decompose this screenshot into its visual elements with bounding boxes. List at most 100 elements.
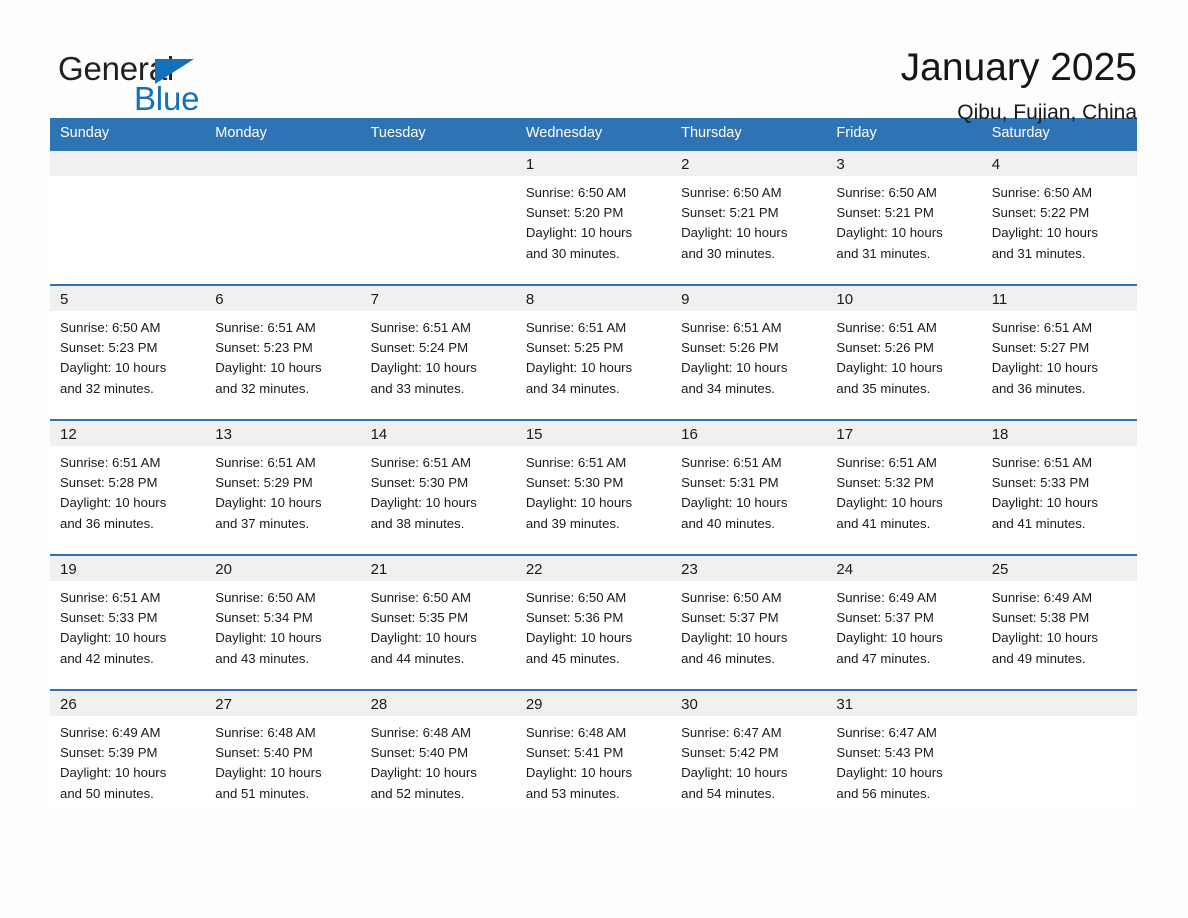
calendar-day-cell[interactable]: 22 Sunrise: 6:50 AM Sunset: 5:36 PM Dayligh…: [515, 554, 672, 690]
sunrise-text: Sunrise: 6:51 AM: [370, 455, 471, 470]
day-number: 5: [50, 286, 206, 311]
page-header: General Blue January 2025 Qibu, Fujian, …: [0, 0, 1188, 124]
day-details: Sunrise: 6:50 AM Sunset: 5:20 PM Daylight:…: [516, 176, 671, 264]
daylight-text-cont: and 33 minutes.: [370, 380, 465, 396]
calendar-day-cell[interactable]: 21 Sunrise: 6:50 AM Sunset: 5:35 PM Dayligh…: [360, 554, 516, 690]
daylight-text: Daylight: 10 hours: [60, 630, 167, 646]
day-number: 4: [981, 151, 1137, 176]
daylight-text-cont: and 41 minutes.: [991, 515, 1086, 531]
title-block: January 2025 Qibu, Fujian, China: [901, 46, 1137, 125]
day-details: Sunrise: 6:51 AM Sunset: 5:30 PM Daylight:…: [361, 446, 516, 534]
calendar-week-row: 1 Sunrise: 6:50 AM Sunset: 5:20 PM Daylight…: [50, 149, 1137, 285]
daylight-text-cont: and 38 minutes.: [370, 515, 465, 531]
daylight-text: Daylight: 10 hours: [525, 360, 633, 376]
calendar-day-cell[interactable]: 31 Sunrise: 6:47 AM Sunset: 5:43 PM Dayligh…: [826, 689, 982, 810]
daylight-text-cont: and 53 minutes.: [525, 785, 620, 801]
daylight-text-cont: and 54 minutes.: [681, 785, 775, 801]
daylight-text-cont: and 36 minutes.: [60, 515, 154, 531]
calendar-day-cell[interactable]: 18 Sunrise: 6:51 AM Sunset: 5:33 PM Dayligh…: [981, 419, 1137, 555]
calendar-day-cell[interactable]: 2 Sunrise: 6:50 AM Sunset: 5:21 PM Daylight…: [671, 149, 827, 285]
generalblue-logo[interactable]: General Blue: [58, 46, 208, 118]
daylight-text: Daylight: 10 hours: [681, 495, 788, 511]
calendar-day-cell[interactable]: 9 Sunrise: 6:51 AM Sunset: 5:26 PM Daylight…: [671, 284, 827, 420]
calendar-day-cell[interactable]: 7 Sunrise: 6:51 AM Sunset: 5:24 PM Daylight…: [360, 284, 516, 420]
calendar-day-cell[interactable]: 6 Sunrise: 6:51 AM Sunset: 5:23 PM Daylight…: [205, 284, 361, 420]
sunset-text: Sunset: 5:38 PM: [991, 610, 1090, 626]
calendar-day-cell[interactable]: 26 Sunrise: 6:49 AM Sunset: 5:39 PM Dayligh…: [50, 689, 206, 810]
day-number: 2: [671, 151, 827, 176]
calendar-day-cell[interactable]: 13 Sunrise: 6:51 AM Sunset: 5:29 PM Dayligh…: [205, 419, 361, 555]
day-details: Sunrise: 6:51 AM Sunset: 5:26 PM Daylight:…: [826, 311, 981, 399]
daylight-text-cont: and 50 minutes.: [60, 785, 154, 801]
day-details: Sunrise: 6:47 AM Sunset: 5:43 PM Daylight:…: [826, 716, 981, 804]
calendar-day-cell[interactable]: 4 Sunrise: 6:50 AM Sunset: 5:22 PM Daylight…: [981, 149, 1137, 285]
day-details: Sunrise: 6:49 AM Sunset: 5:37 PM Daylight:…: [826, 581, 981, 669]
day-number: 3: [826, 151, 982, 176]
calendar-day-cell[interactable]: 12 Sunrise: 6:51 AM Sunset: 5:28 PM Dayligh…: [50, 419, 206, 555]
sunset-text: Sunset: 5:32 PM: [836, 475, 934, 491]
daylight-text: Daylight: 10 hours: [525, 765, 633, 781]
sunrise-text: Sunrise: 6:51 AM: [836, 320, 937, 335]
daylight-text-cont: and 42 minutes.: [60, 650, 154, 666]
day-details: Sunrise: 6:50 AM Sunset: 5:34 PM Daylight:…: [205, 581, 360, 669]
daylight-text-cont: and 49 minutes.: [991, 650, 1086, 666]
day-number: [205, 151, 361, 176]
sunset-text: Sunset: 5:26 PM: [681, 340, 779, 356]
day-details: Sunrise: 6:48 AM Sunset: 5:40 PM Daylight:…: [205, 716, 360, 804]
calendar-day-cell[interactable]: 27 Sunrise: 6:48 AM Sunset: 5:40 PM Dayligh…: [205, 689, 361, 810]
day-number: 7: [360, 286, 516, 311]
daylight-text-cont: and 31 minutes.: [991, 245, 1086, 261]
calendar-day-cell[interactable]: 14 Sunrise: 6:51 AM Sunset: 5:30 PM Dayligh…: [360, 419, 516, 555]
calendar-day-cell[interactable]: 30 Sunrise: 6:47 AM Sunset: 5:42 PM Dayligh…: [671, 689, 827, 810]
daylight-text: Daylight: 10 hours: [525, 630, 633, 646]
sunset-text: Sunset: 5:23 PM: [215, 340, 313, 356]
sunset-text: Sunset: 5:40 PM: [215, 745, 313, 761]
calendar-day-cell[interactable]: 5 Sunrise: 6:50 AM Sunset: 5:23 PM Daylight…: [50, 284, 206, 420]
calendar-day-cell[interactable]: 1 Sunrise: 6:50 AM Sunset: 5:20 PM Daylight…: [515, 149, 672, 285]
sunset-text: Sunset: 5:28 PM: [60, 475, 158, 491]
calendar-day-cell-empty: [205, 149, 361, 285]
calendar-day-cell[interactable]: 8 Sunrise: 6:51 AM Sunset: 5:25 PM Daylight…: [515, 284, 672, 420]
calendar-day-cell[interactable]: 16 Sunrise: 6:51 AM Sunset: 5:31 PM Dayligh…: [671, 419, 827, 555]
sunrise-text: Sunrise: 6:47 AM: [681, 725, 782, 740]
daylight-text-cont: and 41 minutes.: [836, 515, 931, 531]
day-details: Sunrise: 6:50 AM Sunset: 5:21 PM Daylight:…: [826, 176, 981, 264]
daylight-text: Daylight: 10 hours: [370, 630, 477, 646]
sunrise-text: Sunrise: 6:51 AM: [836, 455, 937, 470]
day-details: Sunrise: 6:51 AM Sunset: 5:26 PM Daylight:…: [671, 311, 826, 399]
sunrise-text: Sunrise: 6:50 AM: [525, 185, 627, 200]
calendar-week-row: 19 Sunrise: 6:51 AM Sunset: 5:33 PM Dayligh…: [50, 554, 1137, 690]
calendar-day-cell[interactable]: 28 Sunrise: 6:48 AM Sunset: 5:40 PM Dayligh…: [360, 689, 516, 810]
day-number: [50, 151, 206, 176]
sunset-text: Sunset: 5:37 PM: [681, 610, 779, 626]
daylight-text: Daylight: 10 hours: [836, 360, 943, 376]
daylight-text-cont: and 32 minutes.: [215, 380, 310, 396]
calendar-day-cell[interactable]: 11 Sunrise: 6:51 AM Sunset: 5:27 PM Dayligh…: [981, 284, 1137, 420]
calendar-day-cell[interactable]: 20 Sunrise: 6:50 AM Sunset: 5:34 PM Dayligh…: [205, 554, 361, 690]
calendar-day-cell[interactable]: 3 Sunrise: 6:50 AM Sunset: 5:21 PM Daylight…: [826, 149, 982, 285]
sunset-text: Sunset: 5:39 PM: [60, 745, 158, 761]
daylight-text: Daylight: 10 hours: [681, 225, 788, 241]
calendar-day-cell[interactable]: 15 Sunrise: 6:51 AM Sunset: 5:30 PM Dayligh…: [515, 419, 672, 555]
calendar-day-cell[interactable]: 23 Sunrise: 6:50 AM Sunset: 5:37 PM Dayligh…: [671, 554, 827, 690]
calendar-day-cell[interactable]: 25 Sunrise: 6:49 AM Sunset: 5:38 PM Dayligh…: [981, 554, 1137, 690]
daylight-text-cont: and 44 minutes.: [370, 650, 465, 666]
sunset-text: Sunset: 5:25 PM: [525, 340, 624, 356]
sunrise-text: Sunrise: 6:48 AM: [525, 725, 627, 740]
daylight-text: Daylight: 10 hours: [991, 360, 1098, 376]
sunrise-text: Sunrise: 6:50 AM: [681, 185, 782, 200]
calendar-day-cell[interactable]: 10 Sunrise: 6:51 AM Sunset: 5:26 PM Dayligh…: [826, 284, 982, 420]
daylight-text-cont: and 39 minutes.: [525, 515, 620, 531]
calendar-day-cell[interactable]: 24 Sunrise: 6:49 AM Sunset: 5:37 PM Dayligh…: [826, 554, 982, 690]
sunrise-text: Sunrise: 6:51 AM: [60, 590, 161, 605]
calendar-day-cell[interactable]: 19 Sunrise: 6:51 AM Sunset: 5:33 PM Dayligh…: [50, 554, 206, 690]
calendar-day-cell[interactable]: 29 Sunrise: 6:48 AM Sunset: 5:41 PM Dayligh…: [515, 689, 672, 810]
calendar-day-cell[interactable]: 17 Sunrise: 6:51 AM Sunset: 5:32 PM Dayligh…: [826, 419, 982, 555]
sunrise-text: Sunrise: 6:47 AM: [836, 725, 937, 740]
sunrise-text: Sunrise: 6:51 AM: [525, 455, 627, 470]
page-title: January 2025: [900, 46, 1137, 89]
daylight-text: Daylight: 10 hours: [681, 360, 788, 376]
daylight-text-cont: and 37 minutes.: [215, 515, 310, 531]
daylight-text: Daylight: 10 hours: [681, 630, 788, 646]
daylight-text-cont: and 32 minutes.: [60, 380, 154, 396]
